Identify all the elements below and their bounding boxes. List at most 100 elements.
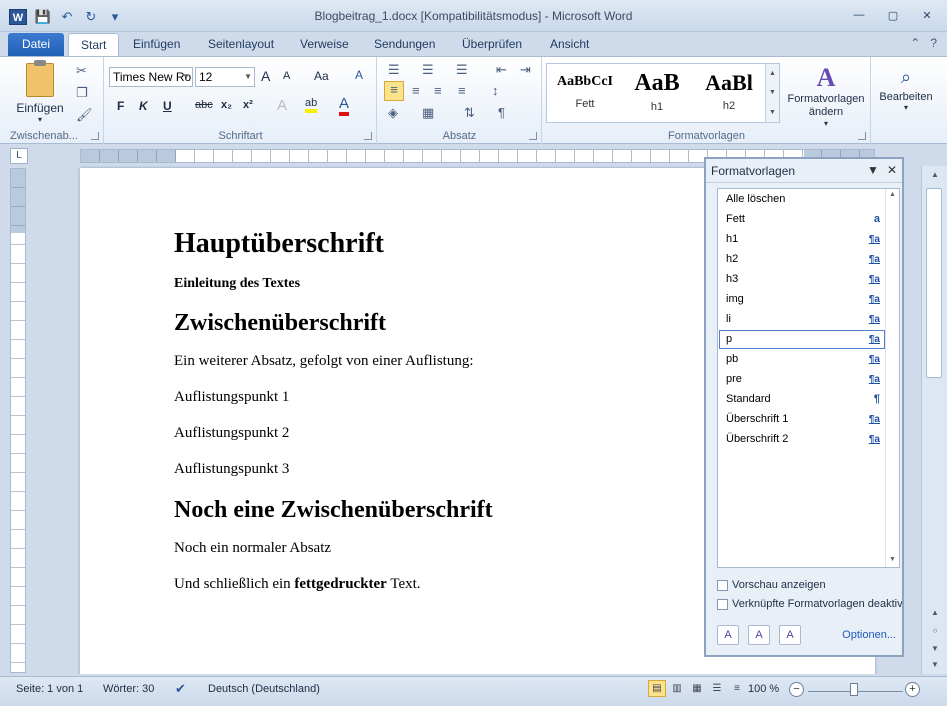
numbering-icon[interactable]: ☰ [422, 62, 434, 78]
styles-gallery-scroll[interactable]: ▲ ▼ ▼ [765, 64, 779, 122]
page-count[interactable]: Seite: 1 von 1 [16, 683, 83, 695]
zoom-in-icon[interactable]: + [905, 682, 920, 697]
doc-paragraph-3[interactable]: Und schließlich ein fettgedruckter Text. [174, 576, 694, 593]
vertical-ruler[interactable] [10, 168, 26, 673]
align-left-icon[interactable]: ≡ [384, 81, 404, 101]
print-layout-icon[interactable]: ▤ [648, 680, 666, 697]
styles-launcher-icon[interactable] [858, 132, 866, 140]
styles-list-scrollbar[interactable]: ▲ ▼ [885, 189, 899, 567]
new-style-icon[interactable]: A [717, 625, 739, 645]
zoom-level[interactable]: 100 % [748, 683, 779, 695]
clear-formatting-button[interactable]: A [355, 68, 363, 82]
tab-seitenlayout[interactable]: Seitenlayout [208, 37, 274, 51]
doc-paragraph-2[interactable]: Noch ein normaler Absatz [174, 540, 694, 557]
show-formatting-icon[interactable]: ¶ [498, 105, 505, 120]
maximize-button[interactable]: ▢ [877, 5, 909, 25]
doc-paragraph-1[interactable]: Ein weiterer Absatz, gefolgt von einer A… [174, 353, 694, 370]
language-indicator[interactable]: Deutsch (Deutschland) [208, 683, 320, 695]
bullets-icon[interactable]: ☰ [388, 62, 400, 78]
minimize-button[interactable]: — [843, 5, 875, 25]
next-page-icon[interactable]: ▼ [922, 644, 947, 653]
increase-indent-icon[interactable]: ⇥ [520, 62, 531, 78]
change-styles-button[interactable]: A Formatvorlagen ändern ▾ [784, 63, 868, 128]
style-inspector-icon[interactable]: A [748, 625, 770, 645]
pane-menu-icon[interactable]: ▼ [867, 163, 879, 177]
format-painter-icon[interactable]: 🖌 [76, 107, 93, 123]
text-effects-icon[interactable]: A [277, 97, 287, 114]
line-spacing-icon[interactable]: ↕ [492, 83, 499, 98]
editing-button[interactable]: ⌕ Bearbeiten ▾ [872, 63, 940, 112]
options-link[interactable]: Optionen... [842, 629, 896, 641]
superscript-button[interactable]: x² [243, 99, 253, 111]
style-row-ueberschrift-1[interactable]: Überschrift 1 ¶a [719, 410, 885, 429]
decrease-indent-icon[interactable]: ⇤ [496, 62, 507, 78]
style-row-h3[interactable]: h3 ¶a [719, 270, 885, 289]
chevron-up-icon[interactable]: ▲ [769, 70, 776, 77]
paste-button[interactable]: Einfügen ▾ [12, 60, 68, 124]
doc-subheading-1[interactable]: Zwischenüberschrift [174, 310, 694, 337]
style-h1[interactable]: AaB h1 [621, 64, 693, 122]
scroll-up-icon[interactable]: ▲ [922, 170, 947, 179]
tab-einfuegen[interactable]: Einfügen [133, 37, 180, 51]
paragraph-launcher-icon[interactable] [529, 132, 537, 140]
preview-checkbox[interactable]: Vorschau anzeigen [717, 579, 902, 591]
style-row-h1[interactable]: h1 ¶a [719, 230, 885, 249]
highlight-icon[interactable]: ab [305, 97, 318, 113]
tab-verweise[interactable]: Verweise [300, 37, 349, 51]
shading-icon[interactable]: ◈ [388, 105, 398, 121]
cut-icon[interactable]: ✂ [76, 63, 87, 79]
subscript-button[interactable]: x₂ [221, 99, 232, 111]
font-size-combo[interactable]: 12 ▼ [195, 67, 255, 87]
minimize-ribbon-icon[interactable]: ⌃ [910, 36, 920, 50]
tab-file[interactable]: Datei [8, 33, 64, 56]
change-case-button[interactable]: Aa [314, 69, 329, 83]
style-row-li[interactable]: li ¶a [719, 310, 885, 329]
previous-page-icon[interactable]: ▲ [922, 608, 947, 617]
more-icon[interactable]: ▼ [769, 109, 776, 116]
style-row-pre[interactable]: pre ¶a [719, 370, 885, 389]
grow-font-button[interactable]: A [261, 68, 270, 84]
scrollbar-thumb[interactable] [926, 188, 942, 378]
borders-icon[interactable]: ▦ [422, 105, 434, 121]
doc-list-item-1[interactable]: Auflistungspunkt 1 [174, 389, 694, 406]
style-row-fett[interactable]: Fett a [719, 210, 885, 229]
style-row-alle-loeschen[interactable]: Alle löschen [719, 190, 885, 209]
scroll-down-icon[interactable]: ▼ [886, 556, 899, 563]
underline-button[interactable]: U [163, 99, 172, 113]
style-row-img[interactable]: img ¶a [719, 290, 885, 309]
shrink-font-button[interactable]: A [283, 70, 290, 82]
multilevel-list-icon[interactable]: ☰ [456, 62, 468, 78]
doc-intro[interactable]: Einleitung des Textes [174, 276, 694, 292]
tab-ansicht[interactable]: Ansicht [550, 37, 589, 51]
proofing-icon[interactable]: ✔ [175, 681, 186, 697]
copy-icon[interactable]: ❐ [76, 85, 88, 101]
outline-icon[interactable]: ☰ [708, 680, 726, 697]
draft-icon[interactable]: ≡ [728, 680, 746, 697]
strikethrough-button[interactable]: abc [195, 99, 213, 111]
vertical-scrollbar[interactable]: ▲ ▲ ○ ▼ ▼ [921, 166, 947, 674]
help-icon[interactable]: ? [930, 36, 937, 50]
linked-styles-checkbox[interactable]: Verknüpfte Formatvorlagen deaktivieren [717, 598, 902, 610]
doc-heading-1[interactable]: Hauptüberschrift [174, 228, 694, 260]
style-row-pb[interactable]: pb ¶a [719, 350, 885, 369]
style-h2[interactable]: AaBl h2 [693, 64, 765, 122]
scroll-down-icon[interactable]: ▼ [922, 660, 947, 669]
style-fett[interactable]: AaBbCcI Fett [549, 64, 621, 122]
document-content[interactable]: Hauptüberschrift Einleitung des Textes Z… [174, 228, 694, 612]
word-count[interactable]: Wörter: 30 [103, 683, 154, 695]
clipboard-launcher-icon[interactable] [91, 132, 99, 140]
zoom-slider-handle[interactable] [850, 683, 858, 696]
doc-subheading-2[interactable]: Noch eine Zwischenüberschrift [174, 497, 694, 524]
style-row-ueberschrift-2[interactable]: Überschrift 2 ¶a [719, 430, 885, 449]
bold-button[interactable]: F [117, 99, 124, 113]
tab-selector-icon[interactable]: L [10, 148, 28, 164]
doc-list-item-3[interactable]: Auflistungspunkt 3 [174, 461, 694, 478]
italic-button[interactable]: K [139, 99, 148, 113]
font-launcher-icon[interactable] [364, 132, 372, 140]
font-color-icon[interactable]: A [339, 95, 350, 116]
style-row-h2[interactable]: h2 ¶a [719, 250, 885, 269]
style-row-standard[interactable]: Standard ¶ [719, 390, 885, 409]
scroll-up-icon[interactable]: ▲ [886, 191, 899, 198]
browse-object-icon[interactable]: ○ [922, 626, 947, 635]
tab-sendungen[interactable]: Sendungen [374, 37, 435, 51]
